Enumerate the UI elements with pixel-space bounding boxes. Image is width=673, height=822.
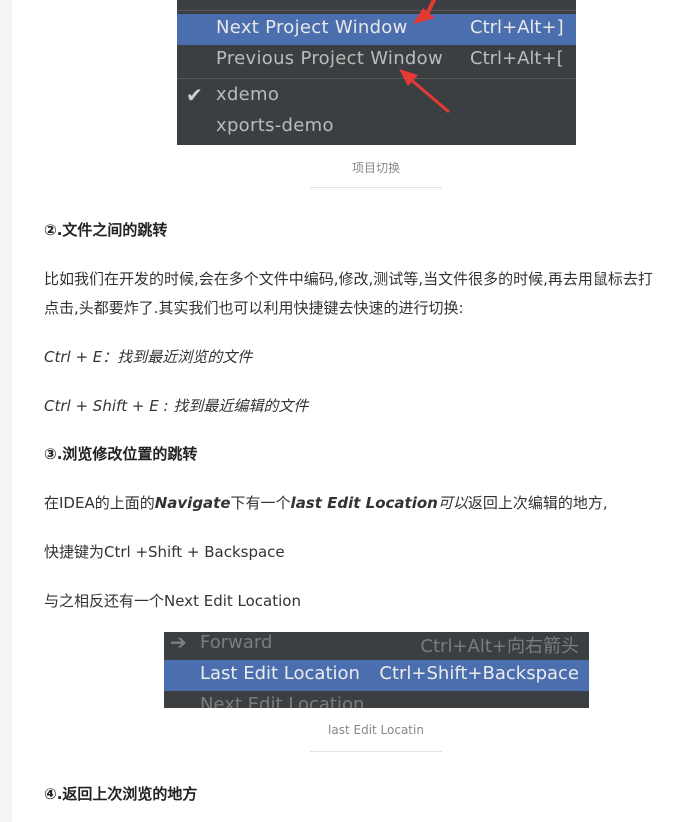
- menu-item-forward[interactable]: ➔ Forward Ctrl+Alt+向右箭头: [164, 632, 589, 660]
- text-run: 可以: [437, 494, 468, 512]
- text-run: 在IDEA的上面的: [44, 494, 155, 512]
- paragraph: 在IDEA的上面的Navigate下有一个last Edit Location可…: [44, 492, 608, 513]
- paragraph-line: 点击,头都要炸了.其实我们也可以利用快捷键去快速的进行切换:: [44, 299, 464, 317]
- figure-caption: last Edit Locatin: [328, 723, 424, 737]
- project-window-menu-screenshot: Next Project Window Ctrl+Alt+] Previous …: [177, 0, 576, 145]
- section-heading: ③.浏览修改位置的跳转: [44, 445, 198, 463]
- paragraph: 与之相反还有一个Next Edit Location: [44, 592, 301, 610]
- paragraph-line: 比如我们在开发的时候,会在多个文件中编码,修改,测试等,当文件很多的时候,再去用…: [44, 270, 653, 288]
- caption-underline: [310, 751, 442, 752]
- section-heading: ②.文件之间的跳转: [44, 221, 168, 239]
- section-heading: ④.返回上次浏览的地方: [44, 785, 198, 803]
- menu-item-label: Next Edit Location: [200, 694, 365, 708]
- annotation-arrows: [399, 0, 450, 114]
- red-arrow-icon: [399, 69, 450, 114]
- emphasis-last-edit-location: last Edit Location: [290, 494, 438, 512]
- page-gutter: [0, 0, 12, 822]
- menu-item-label: Forward: [200, 632, 273, 653]
- red-arrow-icon: [413, 0, 437, 24]
- text-run: 返回上次编辑的地方,: [467, 494, 608, 512]
- menu-item-shortcut: Ctrl+Shift+Backspace: [379, 663, 579, 684]
- menu-item-last-edit-location[interactable]: Last Edit Location Ctrl+Shift+Backspace: [164, 660, 589, 691]
- shortcut-description: Ctrl + E：找到最近浏览的文件: [44, 348, 253, 366]
- navigate-menu-screenshot: ➔ Forward Ctrl+Alt+向右箭头 Last Edit Locati…: [164, 632, 589, 708]
- menu-item-shortcut: Ctrl+Alt+向右箭头: [420, 636, 579, 657]
- arrow-right-icon: ➔: [170, 632, 187, 654]
- figure-caption: 项目切换: [351, 161, 400, 175]
- emphasis-navigate: Navigate: [154, 494, 231, 512]
- menu-item-label: Last Edit Location: [200, 663, 360, 684]
- shortcut-description: Ctrl + Shift + E : 找到最近编辑的文件: [44, 397, 309, 415]
- paragraph: 快捷键为Ctrl +Shift + Backspace: [44, 543, 285, 561]
- text-run: 下有一个: [230, 494, 291, 512]
- caption-underline: [310, 187, 442, 188]
- menu-item-next-edit-location[interactable]: Next Edit Location: [164, 691, 589, 708]
